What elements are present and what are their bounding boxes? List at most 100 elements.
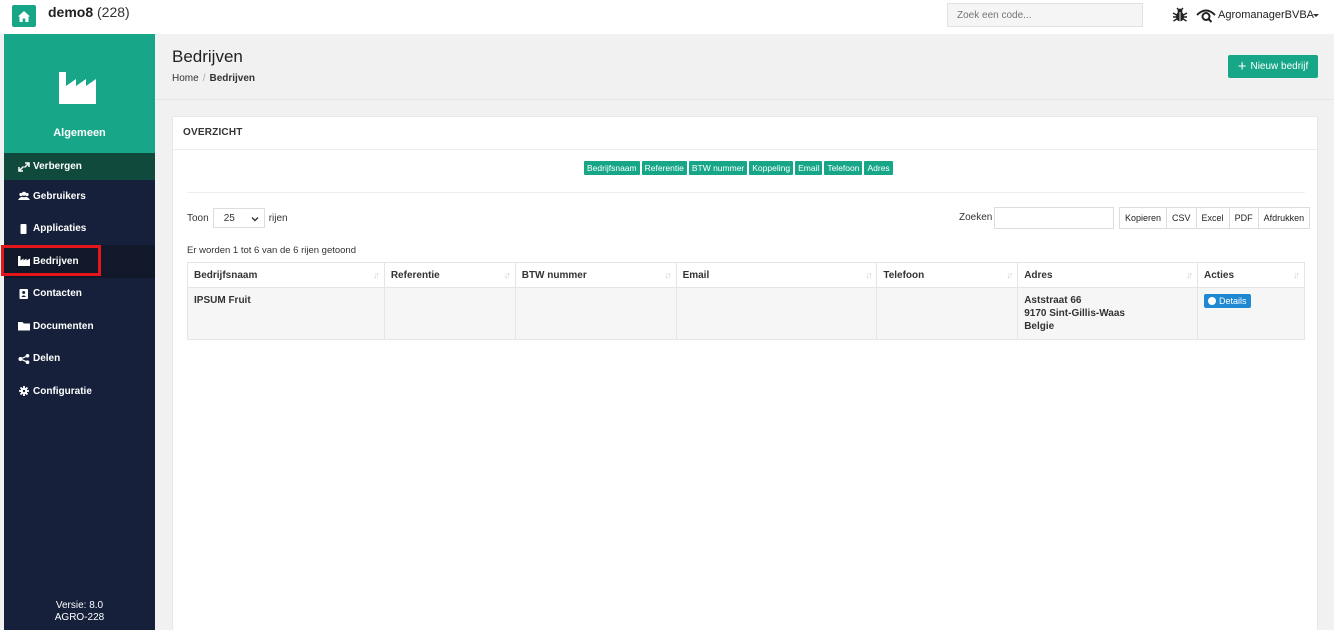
cell-bedrijfsnaam: IPSUM Fruit <box>187 287 385 340</box>
address-city: 9170 Sint-Gillis-Waas <box>1024 308 1125 319</box>
factory-icon <box>59 72 96 104</box>
breadcrumb-current: Bedrijven <box>209 73 256 84</box>
column-toggle-adres[interactable]: Adres <box>864 161 893 175</box>
header-label: Referentie <box>390 269 440 281</box>
companies-table: Bedrijfsnaam ↓↑ Referentie ↓↑ BTW nummer ↓↑… <box>187 262 1305 340</box>
top-bar: demo8 (228) AgromanagerBVBA <box>0 0 1334 34</box>
toolbar-divider <box>187 192 1305 193</box>
search-label: Zoeken <box>959 212 993 223</box>
sort-icon: ↓↑ <box>1293 270 1300 280</box>
header-bedrijfsnaam[interactable]: Bedrijfsnaam ↓↑ <box>187 262 385 288</box>
cell-referentie <box>383 287 516 340</box>
overview-panel: OVERZICHT Bedrijfsnaam Referentie BTW nu… <box>172 116 1319 630</box>
rows-label: rijen <box>268 212 288 224</box>
sidebar-item-contacten[interactable]: Contacten <box>4 278 155 311</box>
share-icon <box>18 353 30 364</box>
header-referentie[interactable]: Referentie ↓↑ <box>383 262 516 288</box>
excel-button[interactable]: Excel <box>1197 208 1230 228</box>
column-toggle-telefoon[interactable]: Telefoon <box>824 161 863 175</box>
csv-button[interactable]: CSV <box>1167 208 1197 228</box>
user-name[interactable]: AgromanagerBVBA <box>1218 9 1314 21</box>
user-eye-icon[interactable] <box>1196 7 1216 23</box>
version-info: Versie: 8.0 AGRO-228 <box>4 600 155 624</box>
print-button[interactable]: Afdrukken <box>1259 208 1310 228</box>
mobile-icon <box>20 223 27 234</box>
page-length-control: Toon 25 rijen <box>187 208 288 228</box>
breadcrumb: Home / Bedrijven <box>172 73 255 84</box>
column-toggle-referentie[interactable]: Referentie <box>641 161 687 175</box>
address-country: Belgie <box>1024 321 1055 332</box>
sort-icon: ↓↑ <box>1006 270 1013 280</box>
bug-icon[interactable] <box>1172 7 1188 23</box>
header-acties[interactable]: Acties ↓↑ <box>1197 262 1305 288</box>
header-label: BTW nummer <box>521 269 587 281</box>
table-row: IPSUM Fruit Aststraat 66 9170 Sint-Gilli… <box>187 287 1305 340</box>
sidebar-item-applicaties[interactable]: Applicaties <box>4 213 155 246</box>
column-toggle-btw[interactable]: BTW nummer <box>688 161 748 175</box>
page-title: Bedrijven <box>172 47 243 66</box>
header-label: Acties <box>1204 269 1235 281</box>
sidebar-item-configuratie[interactable]: Configuratie <box>4 375 155 408</box>
header-btw[interactable]: BTW nummer ↓↑ <box>514 262 677 288</box>
sidebar-item-documenten[interactable]: Documenten <box>4 310 155 343</box>
breadcrumb-home[interactable]: Home <box>172 73 199 84</box>
app-title: demo8 (228) <box>48 4 130 20</box>
gear-icon <box>19 386 29 397</box>
sort-icon: ↓↑ <box>503 270 511 280</box>
header-adres[interactable]: Adres ↓↑ <box>1017 262 1199 288</box>
pdf-button[interactable]: PDF <box>1230 208 1259 228</box>
sidebar-header-label: Algemeen <box>53 127 106 139</box>
copy-button[interactable]: Kopieren <box>1120 208 1168 228</box>
version-number: Versie: 8.0 <box>55 600 104 611</box>
home-button[interactable] <box>12 5 36 27</box>
cell-adres: Aststraat 66 9170 Sint-Gillis-Waas Belgi… <box>1017 287 1199 340</box>
sidebar-item-label: Applicaties <box>33 223 87 235</box>
details-label: Details <box>1219 295 1247 306</box>
caret-down-icon[interactable] <box>1311 10 1321 20</box>
sidebar-item-label: Contacten <box>33 288 82 300</box>
sidebar-item-label: Gebruikers <box>33 190 86 202</box>
plus-icon: + <box>1237 57 1247 75</box>
sidebar-item-label: Configuratie <box>33 385 92 397</box>
sidebar-item-label: Delen <box>33 353 61 365</box>
panel-title: OVERZICHT <box>183 127 243 138</box>
column-toggle-bedrijfsnaam[interactable]: Bedrijfsnaam <box>584 161 640 175</box>
header-label: Email <box>682 269 710 281</box>
header-telefoon[interactable]: Telefoon ↓↑ <box>876 262 1019 288</box>
sidebar-hide-toggle[interactable]: Verbergen <box>4 153 155 180</box>
app-name: demo8 <box>48 4 94 20</box>
app-count: (228) <box>97 4 130 20</box>
version-build: AGRO-228 <box>54 612 105 623</box>
sidebar-item-gebruikers[interactable]: Gebruikers <box>4 180 155 213</box>
page-length-value: 25 <box>223 213 235 224</box>
table-search-input[interactable] <box>994 207 1114 229</box>
code-search-input[interactable] <box>947 3 1143 27</box>
address-book-icon <box>19 288 28 299</box>
sidebar-header: Algemeen <box>4 34 155 153</box>
highlight-box <box>1 245 101 276</box>
column-toggle-email[interactable]: Email <box>795 161 823 175</box>
sidebar-item-delen[interactable]: Delen <box>4 343 155 376</box>
cell-email <box>675 287 878 340</box>
show-label: Toon <box>187 212 209 224</box>
home-icon <box>18 10 30 22</box>
sort-icon: ↓↑ <box>664 270 672 280</box>
table-header-row: Bedrijfsnaam ↓↑ Referentie ↓↑ BTW nummer ↓↑… <box>187 262 1305 288</box>
header-label: Bedrijfsnaam <box>194 269 258 281</box>
breadcrumb-separator: / <box>202 73 206 84</box>
info-icon <box>1208 297 1217 305</box>
column-toggle-koppeling[interactable]: Koppeling <box>749 161 794 175</box>
header-label: Telefoon <box>883 269 925 281</box>
chevron-down-icon <box>251 217 259 222</box>
header-email[interactable]: Email ↓↑ <box>675 262 878 288</box>
page-length-select[interactable]: 25 <box>212 208 265 228</box>
sidebar: Algemeen Verbergen Gebruikers Applicatie… <box>4 34 155 630</box>
sidebar-item-label: Documenten <box>33 320 94 332</box>
sort-icon: ↓↑ <box>865 270 872 280</box>
header-label: Adres <box>1024 269 1053 281</box>
cell-acties: Details <box>1197 287 1305 340</box>
users-icon <box>18 192 30 201</box>
details-button[interactable]: Details <box>1204 294 1251 308</box>
new-company-button[interactable]: + Nieuw bedrijf <box>1228 55 1318 78</box>
sidebar-hide-label: Verbergen <box>33 161 82 172</box>
